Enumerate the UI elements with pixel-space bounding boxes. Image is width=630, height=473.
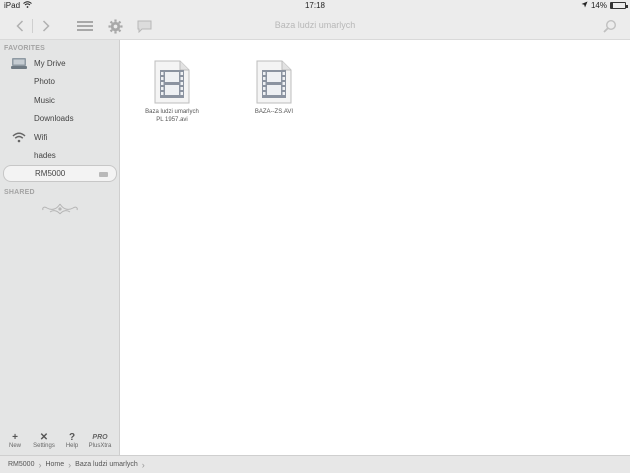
- file-name-line2: PL 1957.avi: [156, 117, 188, 123]
- help-button[interactable]: ? Help: [58, 432, 86, 449]
- chevron-right-icon: ›: [38, 459, 42, 470]
- sidebar-item-hades[interactable]: hades: [3, 147, 117, 164]
- pro-button[interactable]: PRO PlusXtra: [86, 432, 114, 449]
- chevron-right-icon: ›: [141, 459, 145, 470]
- gear-icon[interactable]: [106, 16, 124, 36]
- breadcrumb-item-rm5000[interactable]: RM5000: [8, 461, 34, 468]
- sidebar-item-label: hades: [34, 151, 56, 160]
- toolbar: Baza ludzi umarlych: [0, 12, 630, 40]
- tools-icon: ✕: [39, 432, 49, 443]
- ornament-icon: [40, 202, 80, 216]
- battery-percent: 14%: [590, 1, 607, 10]
- sidebar-item-label: Downloads: [34, 114, 74, 123]
- location-arrow-icon: [581, 1, 588, 10]
- search-icon[interactable]: [601, 16, 619, 36]
- sidebar-item-label: RM5000: [35, 169, 66, 178]
- sidebar-item-wifi[interactable]: Wifi: [3, 129, 117, 146]
- new-button[interactable]: + New: [1, 432, 29, 449]
- video-file-icon: [256, 60, 292, 104]
- back-icon[interactable]: [12, 16, 28, 36]
- pro-icon: PRO: [92, 434, 108, 441]
- file-item[interactable]: BAZA--ZS.AVI: [239, 60, 309, 116]
- chat-icon[interactable]: [135, 16, 153, 36]
- settings-label: Settings: [33, 443, 55, 449]
- breadcrumb: RM5000 › Home › Baza ludzi umarlych ›: [0, 455, 630, 473]
- pro-label: PlusXtra: [88, 443, 112, 449]
- sidebar-item-label: Wifi: [34, 133, 48, 142]
- window-title: Baza ludzi umarlych: [274, 20, 356, 30]
- file-name: BAZA--ZS.AVI: [239, 108, 309, 116]
- help-label: Help: [65, 443, 79, 449]
- file-name: Baza ludzi umarlych PL 1957.avi: [137, 108, 207, 124]
- sidebar-item-music[interactable]: Music: [3, 92, 117, 109]
- sidebar-item-photo[interactable]: Photo: [3, 73, 117, 90]
- clock: 17:18: [304, 1, 326, 10]
- favorites-heading: FAVORITES: [4, 45, 45, 52]
- plus-icon: +: [12, 432, 18, 443]
- breadcrumb-item-current[interactable]: Baza ludzi umarlych: [75, 461, 138, 468]
- drive-badge-icon: [99, 172, 108, 177]
- chevron-right-icon: ›: [68, 459, 72, 470]
- wifi-icon: [9, 132, 29, 143]
- file-item[interactable]: Baza ludzi umarlych PL 1957.avi: [137, 60, 207, 124]
- sidebar-item-label: Music: [34, 96, 55, 105]
- file-browser: Baza ludzi umarlych PL 1957.avi BAZA--ZS…: [120, 40, 630, 455]
- battery-icon: [610, 2, 628, 9]
- sidebar-item-downloads[interactable]: Downloads: [3, 110, 117, 127]
- new-label: New: [8, 443, 21, 449]
- forward-icon[interactable]: [38, 16, 54, 36]
- help-icon: ?: [68, 432, 76, 443]
- breadcrumb-item-home[interactable]: Home: [45, 461, 64, 468]
- list-view-icon[interactable]: [76, 16, 94, 36]
- nav-divider: [31, 16, 33, 36]
- sidebar-item-rm5000[interactable]: RM5000: [3, 165, 117, 182]
- status-bar: iPad 17:18 14%: [0, 0, 630, 12]
- sidebar-item-label: My Drive: [34, 59, 66, 68]
- shared-heading: SHARED: [4, 189, 35, 196]
- drive-icon: [9, 57, 29, 70]
- sidebar: FAVORITES My Drive Photo Music Downloads…: [0, 40, 120, 455]
- file-name-line1: BAZA--ZS.AVI: [254, 109, 294, 115]
- file-name-line1: Baza ludzi umarlych: [145, 109, 199, 115]
- sidebar-item-my-drive[interactable]: My Drive: [3, 55, 117, 72]
- settings-button[interactable]: ✕ Settings: [30, 432, 58, 449]
- video-file-icon: [154, 60, 190, 104]
- sidebar-bottom-bar: + New ✕ Settings ? Help PRO PlusXtra: [0, 432, 120, 454]
- sidebar-item-label: Photo: [34, 77, 55, 86]
